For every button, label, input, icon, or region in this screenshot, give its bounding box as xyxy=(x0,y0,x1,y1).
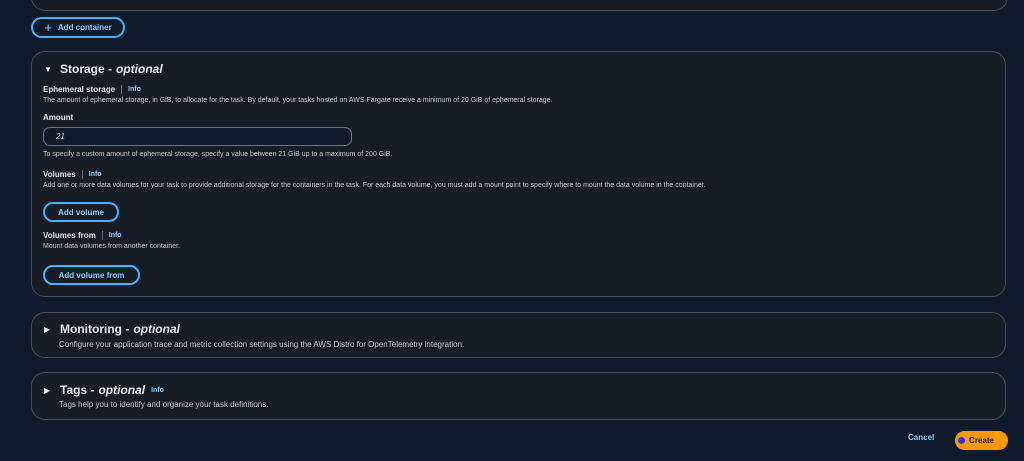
amount-input[interactable] xyxy=(43,127,352,146)
monitoring-description: Configure your application trace and met… xyxy=(59,340,465,349)
ephemeral-storage-label: Ephemeral storage xyxy=(43,85,116,94)
caret-right-icon: ▶ xyxy=(44,324,51,334)
create-label: Create xyxy=(969,436,994,445)
ephemeral-storage-description: The amount of ephemeral storage, in GiB,… xyxy=(43,97,553,104)
tags-description: Tags help you to identify and organize y… xyxy=(59,400,269,409)
amount-hint: To specify a custom amount of ephemeral … xyxy=(43,151,393,158)
volumes-label: Volumes xyxy=(43,170,76,179)
add-container-label: Add container xyxy=(57,23,112,32)
monitoring-optional: optional xyxy=(133,322,180,336)
storage-optional: optional xyxy=(116,62,163,76)
ephemeral-info-link[interactable]: Info xyxy=(128,86,141,93)
caret-down-icon: ▼ xyxy=(44,64,52,74)
ephemeral-storage-label-row: Ephemeral storage Info xyxy=(43,85,141,94)
previous-section-panel xyxy=(31,0,1008,11)
tags-optional: optional xyxy=(98,383,146,397)
volumes-from-label: Volumes from xyxy=(43,231,96,240)
monitoring-title: Monitoring - xyxy=(60,322,130,336)
volumes-from-label-row: Volumes from Info xyxy=(43,231,122,240)
storage-header[interactable]: ▼ Storage - optional xyxy=(44,62,163,76)
storage-section: ▼ Storage - optional Ephemeral storage I… xyxy=(31,51,1006,297)
tags-section: ▶ Tags - optional Info Tags help you to … xyxy=(31,372,1006,420)
volumes-info-link[interactable]: Info xyxy=(89,171,102,178)
divider xyxy=(101,231,103,240)
add-volume-button[interactable]: Add volume xyxy=(43,202,119,222)
cursor-indicator xyxy=(958,437,965,444)
volumes-label-row: Volumes Info xyxy=(43,170,102,179)
volumes-from-description: Mount data volumes from another containe… xyxy=(43,243,180,250)
tags-header[interactable]: ▶ Tags - optional Info xyxy=(44,383,164,397)
monitoring-header[interactable]: ▶ Monitoring - optional xyxy=(44,322,180,336)
monitoring-section: ▶ Monitoring - optional Configure your a… xyxy=(31,312,1006,358)
tags-title: Tags - xyxy=(60,383,95,397)
volumes-from-info-link[interactable]: Info xyxy=(109,232,122,239)
divider xyxy=(81,170,83,179)
volumes-description: Add one or more data volumes for your ta… xyxy=(43,182,706,189)
caret-right-icon: ▶ xyxy=(44,385,51,395)
tags-info-link[interactable]: Info xyxy=(151,387,164,394)
storage-title: Storage - xyxy=(60,62,113,76)
plus-icon: + xyxy=(44,20,52,35)
amount-label: Amount xyxy=(43,113,74,122)
add-volume-from-button[interactable]: Add volume from xyxy=(43,265,140,285)
cancel-button[interactable]: Cancel xyxy=(908,433,934,442)
divider xyxy=(121,85,123,94)
add-container-button[interactable]: + Add container xyxy=(31,17,125,38)
